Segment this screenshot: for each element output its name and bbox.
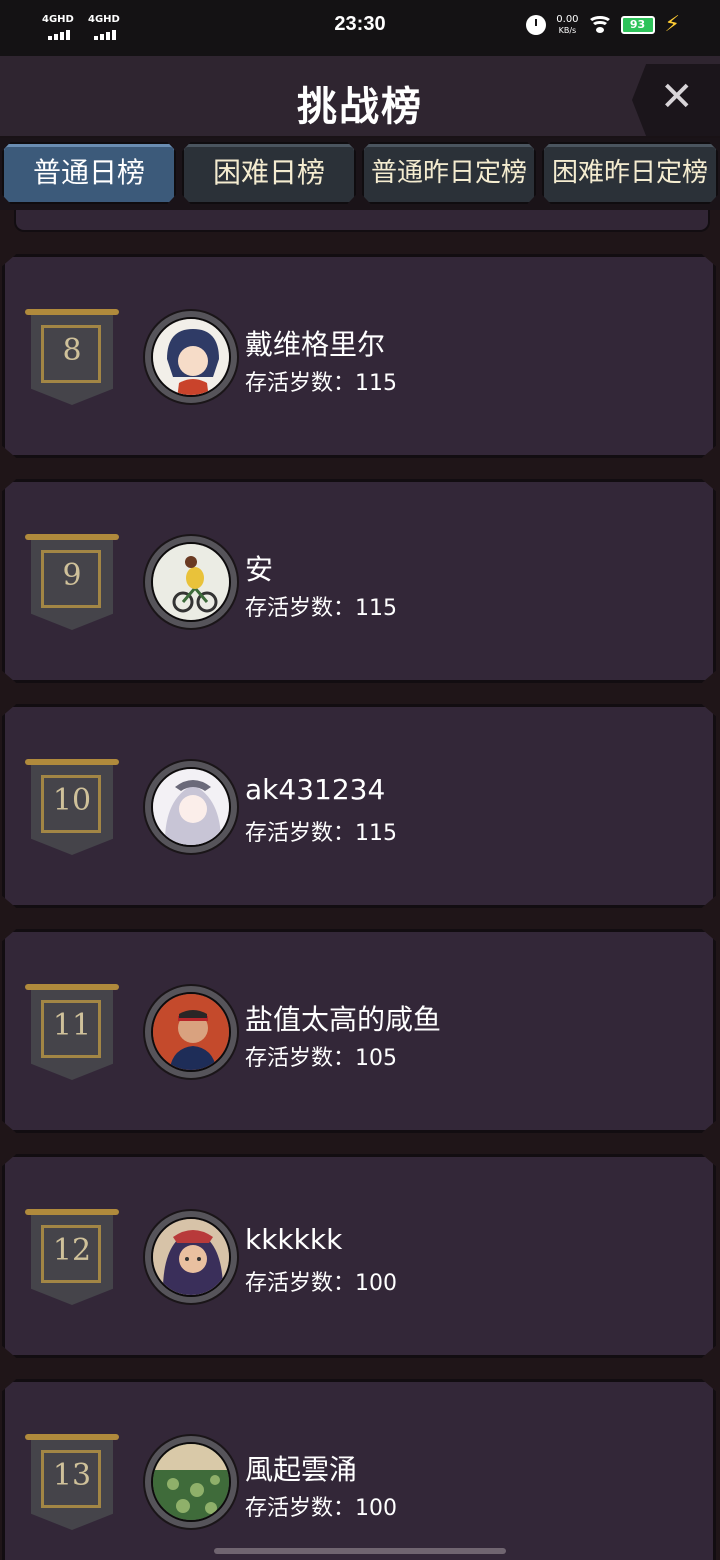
avatar[interactable] — [143, 1434, 239, 1530]
leaderboard-list[interactable]: 8 戴维格里尔 存活岁数：115 9 安 存活岁数：115 10 ak43123… — [0, 210, 720, 1560]
leaderboard-entry[interactable]: 11 盐值太高的咸鱼 存活岁数：105 — [2, 929, 716, 1133]
rank-badge: 13 — [25, 1434, 119, 1532]
rank-badge: 8 — [25, 309, 119, 407]
rank-badge: 12 — [25, 1209, 119, 1307]
leaderboard-entry[interactable]: 12 kkkkkk 存活岁数：100 — [2, 1154, 716, 1358]
score-value: 105 — [355, 1046, 398, 1071]
player-score: 存活岁数：105 — [245, 1040, 397, 1072]
score-value: 115 — [355, 821, 398, 846]
avatar[interactable] — [143, 1209, 239, 1305]
leaderboard-entry[interactable]: 10 ak431234 存活岁数：115 — [2, 704, 716, 908]
tab-bar: 普通日榜 困难日榜 普通昨日定榜 困难昨日定榜 — [0, 138, 720, 210]
rank-number: 13 — [52, 1458, 92, 1493]
avatar[interactable] — [143, 984, 239, 1080]
tab-hard-daily[interactable]: 困难日榜 — [182, 142, 356, 204]
player-score: 存活岁数：100 — [245, 1265, 397, 1297]
rank-badge: 10 — [25, 759, 119, 857]
battery-level: 93 — [629, 18, 646, 31]
page-title: 挑战榜 — [297, 84, 423, 130]
leaderboard-entry[interactable]: 8 戴维格里尔 存活岁数：115 — [2, 254, 716, 458]
rank-badge: 9 — [25, 534, 119, 632]
wifi-icon — [586, 16, 613, 34]
player-score: 存活岁数：100 — [245, 1490, 397, 1522]
alarm-icon — [526, 15, 547, 35]
player-name: ak431234 — [245, 773, 386, 806]
player-name: 戴维格里尔 — [245, 328, 386, 361]
avatar-image — [151, 542, 231, 622]
avatar-image — [151, 767, 231, 847]
score-value: 100 — [355, 1496, 398, 1521]
player-name: 盐值太高的咸鱼 — [245, 1003, 442, 1036]
rank-number: 10 — [52, 783, 92, 818]
rank-number: 8 — [62, 333, 82, 368]
rank-badge: 11 — [25, 984, 119, 1082]
avatar-image — [151, 1442, 231, 1522]
network-speed-value: 0.00 — [556, 14, 579, 25]
score-label: 存活岁数： — [245, 371, 356, 396]
avatar[interactable] — [143, 309, 239, 405]
score-label: 存活岁数： — [245, 1496, 356, 1521]
avatar-image — [151, 317, 231, 397]
status-bar: 4GHD 4GHD 23:30 0.00 KB/s 93 ⚡ — [0, 0, 720, 56]
score-label: 存活岁数： — [245, 596, 356, 621]
player-name: 安 — [245, 553, 274, 586]
score-label: 存活岁数： — [245, 1046, 356, 1071]
avatar[interactable] — [143, 759, 239, 855]
player-name: 風起雲涌 — [245, 1453, 358, 1486]
score-label: 存活岁数： — [245, 821, 356, 846]
rank-number: 12 — [52, 1233, 92, 1268]
rank-number: 9 — [62, 558, 82, 593]
score-value: 100 — [355, 1271, 398, 1296]
leaderboard-entry[interactable]: 13 風起雲涌 存活岁数：100 — [2, 1379, 716, 1560]
tab-normal-yesterday[interactable]: 普通昨日定榜 — [362, 142, 536, 204]
close-icon: ✕ — [660, 74, 694, 120]
network-speed: 0.00 KB/s — [556, 14, 578, 36]
rank-number: 11 — [52, 1008, 92, 1043]
tab-normal-daily[interactable]: 普通日榜 — [2, 142, 176, 204]
header: 挑战榜 ✕ — [0, 56, 720, 138]
leaderboard-entry[interactable]: 9 安 存活岁数：115 — [2, 479, 716, 683]
network-speed-unit: KB/s — [558, 26, 577, 35]
score-value: 115 — [355, 371, 398, 396]
close-button[interactable]: ✕ — [632, 64, 720, 136]
battery-icon: 93 — [620, 16, 655, 34]
tab-hard-yesterday[interactable]: 困难昨日定榜 — [542, 142, 718, 204]
player-score: 存活岁数：115 — [245, 815, 397, 847]
charging-bolt-icon: ⚡ — [664, 12, 680, 37]
avatar[interactable] — [143, 534, 239, 630]
score-label: 存活岁数： — [245, 1271, 356, 1296]
avatar-image — [151, 1217, 231, 1297]
player-score: 存活岁数：115 — [245, 590, 397, 622]
player-name: kkkkkk — [245, 1223, 343, 1256]
score-value: 115 — [355, 596, 398, 621]
avatar-image — [151, 992, 231, 1072]
home-indicator[interactable] — [214, 1548, 506, 1554]
list-item-partial — [14, 210, 710, 232]
player-score: 存活岁数：115 — [245, 365, 397, 397]
